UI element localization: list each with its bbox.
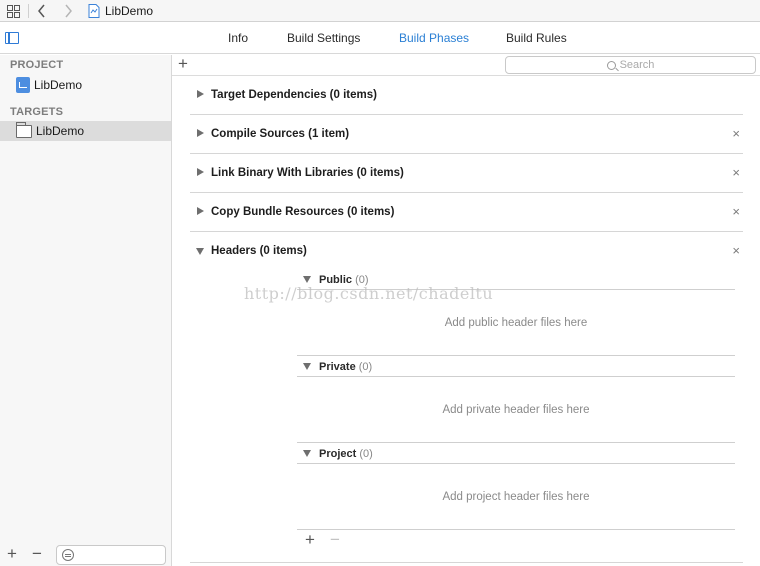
- add-target-button[interactable]: +: [7, 544, 17, 564]
- disclosure-triangle-icon[interactable]: [197, 90, 204, 98]
- disclosure-triangle-icon[interactable]: [196, 248, 204, 255]
- project-section-header: PROJECT: [10, 59, 64, 71]
- sidebar-item-target[interactable]: LibDemo: [0, 121, 171, 141]
- grid-icon[interactable]: [5, 0, 21, 22]
- breadcrumb-label: LibDemo: [105, 4, 154, 18]
- headers-project-section: Project (0) Add project header files her…: [297, 444, 735, 531]
- section-label: Project: [319, 448, 357, 460]
- sidebar-item-label: LibDemo: [36, 124, 85, 138]
- remove-target-button[interactable]: −: [32, 544, 42, 564]
- drop-zone[interactable]: Add private header files here: [297, 377, 735, 443]
- phase-title: Link Binary With Libraries (0 items): [211, 167, 404, 179]
- section-count: (0): [355, 274, 369, 286]
- search-input[interactable]: Search: [505, 56, 756, 74]
- phase-link-binary[interactable]: Link Binary With Libraries (0 items) ×: [190, 154, 743, 193]
- phase-copy-bundle-resources[interactable]: Copy Bundle Resources (0 items) ×: [190, 193, 743, 232]
- headers-private-section: Private (0) Add private header files her…: [297, 357, 735, 444]
- phase-title: Headers (0 items): [211, 245, 307, 257]
- phase-target-dependencies[interactable]: Target Dependencies (0 items): [190, 76, 743, 115]
- phase-title: Compile Sources (1 item): [211, 128, 350, 140]
- remove-header-button[interactable]: −: [330, 530, 340, 550]
- headers-public-section: Public (0) Add public header files here: [297, 270, 735, 357]
- empty-hint: Add project header files here: [442, 490, 590, 503]
- chevron-right-icon[interactable]: [60, 0, 76, 22]
- phase-title: Target Dependencies (0 items): [211, 89, 377, 101]
- drop-zone[interactable]: Add public header files here: [297, 290, 735, 356]
- search-placeholder: Search: [619, 59, 655, 71]
- jumpbar-divider: [28, 4, 29, 18]
- disclosure-triangle-icon[interactable]: [303, 276, 311, 283]
- disclosure-triangle-icon[interactable]: [303, 450, 311, 457]
- phase-title: Copy Bundle Resources (0 items): [211, 206, 395, 218]
- headers-footer: + −: [297, 530, 735, 552]
- build-phases-toolbar: + Search: [172, 54, 760, 76]
- add-build-phase-button[interactable]: +: [178, 54, 188, 74]
- targets-section-header: TARGETS: [10, 106, 64, 118]
- disclosure-triangle-icon[interactable]: [197, 129, 204, 137]
- section-count: (0): [359, 448, 373, 460]
- section-count: (0): [358, 361, 373, 373]
- disclosure-triangle-icon[interactable]: [197, 168, 204, 176]
- section-header[interactable]: Public (0): [297, 270, 735, 290]
- disclosure-triangle-icon[interactable]: [197, 207, 204, 215]
- close-icon[interactable]: ×: [732, 243, 740, 258]
- project-icon: [16, 77, 30, 93]
- disclosure-triangle-icon[interactable]: [303, 363, 311, 370]
- search-icon: [606, 60, 616, 70]
- tab-build-settings[interactable]: Build Settings: [287, 31, 360, 45]
- breadcrumb[interactable]: LibDemo: [88, 0, 153, 22]
- section-header[interactable]: Private (0): [297, 357, 735, 377]
- sidebar-item-label: LibDemo: [34, 78, 83, 92]
- jump-bar: LibDemo: [0, 0, 760, 22]
- sidebar-toggle-icon[interactable]: [5, 32, 19, 44]
- section-label: Private: [319, 361, 356, 373]
- empty-hint: Add public header files here: [444, 316, 588, 329]
- sidebar-filter-field[interactable]: [56, 545, 166, 565]
- project-navigator: PROJECT LibDemo TARGETS LibDemo + −: [0, 55, 172, 566]
- library-target-icon: [16, 121, 32, 138]
- close-icon[interactable]: ×: [732, 165, 740, 180]
- sidebar-item-project[interactable]: LibDemo: [0, 75, 171, 95]
- add-header-button[interactable]: +: [305, 530, 315, 550]
- close-icon[interactable]: ×: [732, 126, 740, 141]
- close-icon[interactable]: ×: [732, 204, 740, 219]
- project-file-icon: [88, 4, 100, 18]
- filter-icon: [62, 549, 74, 561]
- section-header[interactable]: Project (0): [297, 444, 735, 464]
- drop-zone[interactable]: Add project header files here: [297, 464, 735, 530]
- section-label: Public: [319, 274, 353, 286]
- phase-compile-sources[interactable]: Compile Sources (1 item) ×: [190, 115, 743, 154]
- tab-build-phases[interactable]: Build Phases: [399, 31, 469, 45]
- tab-build-rules[interactable]: Build Rules: [506, 31, 567, 45]
- sidebar-footer: + −: [0, 544, 171, 566]
- empty-hint: Add private header files here: [442, 403, 590, 416]
- chevron-left-icon[interactable]: [33, 0, 49, 22]
- editor-tab-bar: Info Build Settings Build Phases Build R…: [0, 23, 760, 54]
- tab-info[interactable]: Info: [228, 31, 248, 45]
